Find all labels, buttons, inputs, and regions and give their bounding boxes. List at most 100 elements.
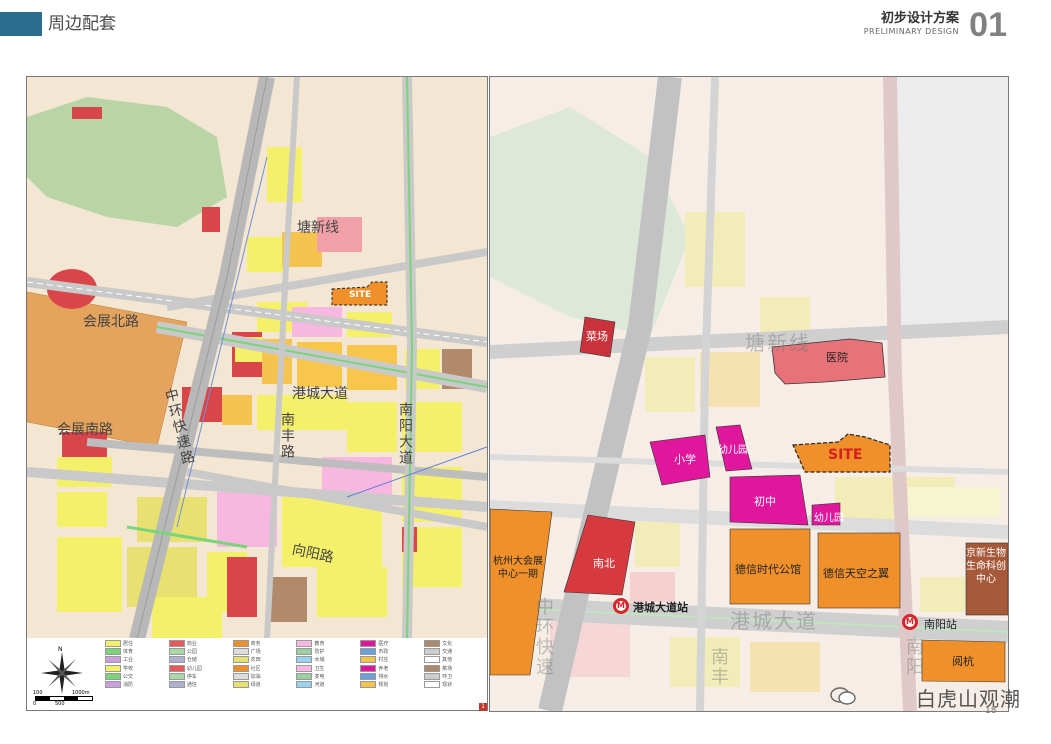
legend-label: 其他 (442, 657, 453, 664)
yuehang-label: 阅杭 (952, 655, 974, 668)
legend-item: 仓储 (168, 656, 230, 664)
metro-icon: M (902, 614, 918, 630)
legend-swatch (424, 680, 441, 688)
legend-label: 养老 (378, 665, 389, 672)
legend-swatch (105, 672, 121, 680)
map-legend: N 100 1000m 0 500 居住 商业 商务 教育 医疗 文化 体育 公园 广场 防护 市政… (26, 638, 488, 711)
metro-icon: M (613, 598, 629, 614)
doc-number: 01 (969, 6, 1007, 44)
middle-school-label: 初中 (754, 495, 776, 508)
legend-item: 养老 (360, 664, 421, 673)
legend-label: 环卫 (442, 673, 453, 680)
legend-swatch (424, 648, 441, 656)
legend-label: 加油 (250, 673, 261, 680)
legend-swatch (360, 664, 377, 672)
legend-item: 排水 (360, 672, 421, 681)
right-road-label-tangxin: 塘新线 (745, 331, 811, 355)
legend-swatch (232, 640, 249, 647)
legend-swatch (360, 672, 377, 680)
legend-label: 社区 (250, 665, 261, 672)
right-site-label: SITE (828, 447, 863, 463)
legend-item: 卫生 (296, 664, 357, 673)
legend-item: 体育 (105, 648, 166, 656)
dexin-sky-label: 德信天空之翼 (823, 567, 889, 580)
road-label-huizhan-bei: 会展北路 (83, 314, 139, 330)
legend-label: 医疗 (378, 641, 389, 647)
legend-label: 公园 (186, 649, 197, 656)
legend-label: 绿道 (250, 681, 261, 688)
section-title: 周边配套 (48, 14, 116, 34)
legend-label: 居住 (123, 641, 134, 647)
legend-label: 停车 (186, 673, 197, 680)
legend-swatch (105, 640, 121, 647)
legend-item: 菜场 (424, 664, 485, 673)
legend-page-marker: 1 (479, 703, 487, 711)
kindergarten-label-2: 幼儿园 (814, 513, 844, 524)
legend-item: 商务 (232, 640, 294, 648)
legend-label: 防护 (314, 649, 325, 656)
legend-label: 文化 (442, 641, 453, 647)
legend-item: 居住 (105, 640, 166, 648)
legend-swatch (232, 664, 249, 672)
legend-item: 商业 (168, 640, 230, 648)
legend-swatch (168, 680, 185, 688)
scale-label-b: 1000m (72, 690, 90, 696)
expo-label: 杭州大会展中心一期 (493, 556, 543, 580)
wechat-icon (830, 687, 856, 705)
legend-label: 商业 (186, 641, 197, 647)
legend-label: 卫生 (314, 665, 325, 672)
right-road-label-gangcheng: 港城大道 (730, 609, 818, 633)
scale-label-d: 500 (55, 701, 65, 707)
doc-title: 初步设计方案 (880, 11, 959, 26)
legend-item: 幼儿园 (168, 664, 230, 673)
legend-label: 菜场 (442, 665, 453, 672)
legend-swatch (424, 664, 441, 672)
legend-item: 公园 (168, 648, 230, 656)
left-site-label: SITE (349, 290, 372, 300)
legend-item: 教育 (296, 640, 357, 648)
legend-item: 工业 (105, 656, 166, 664)
legend-swatch (296, 656, 313, 664)
primary-school-label: 小学 (674, 453, 696, 466)
legend-label: 排水 (378, 673, 389, 680)
right-amenities-map: 菜场 医院 小学 幼儿园 初中 幼儿园 南北 杭州大会展中心一期 德信时代公馆 … (489, 76, 1009, 712)
legend-label: 通信 (186, 681, 197, 688)
legend-item: 社区 (232, 664, 294, 673)
legend-item: 加油 (232, 672, 294, 681)
legend-swatch (168, 672, 185, 680)
legend-item: 广场 (232, 648, 294, 656)
legend-label: 水域 (314, 657, 325, 664)
legend-label: 学校 (123, 665, 134, 672)
legend-swatch (168, 664, 185, 672)
legend-swatch (105, 680, 121, 688)
doc-subtitle: PRELIMINARY DESIGN (863, 27, 959, 36)
right-road-label-zhonghuan: 中环快速 (533, 597, 554, 677)
legend-item: 公交 (105, 672, 166, 681)
legend-item: 文化 (424, 640, 485, 648)
legend-label: 广场 (250, 649, 261, 656)
legend-item: 通信 (168, 680, 230, 689)
legend-swatch (296, 672, 313, 680)
legend-swatch (296, 648, 313, 656)
legend-swatch (105, 664, 121, 672)
nanyang-station-label: 南阳站 (924, 618, 957, 631)
legend-label: 现状 (442, 681, 453, 688)
road-label-tangxin: 塘新线 (297, 220, 339, 236)
legend-item: 规划 (360, 680, 421, 689)
road-label-huizhan-nan: 会展南路 (57, 422, 113, 438)
scale-label-a: 100 (33, 690, 43, 696)
legend-swatch (296, 680, 313, 688)
legend-grid: 居住 商业 商务 教育 医疗 文化 体育 公园 广场 防护 市政 交通 工业 仓储 农田 水域 村庄 其他 学校 幼儿… (105, 640, 485, 708)
legend-label: 交通 (442, 649, 453, 656)
legend-swatch (424, 640, 441, 647)
legend-item: 水域 (296, 656, 357, 664)
high-school-label: 南北 (593, 557, 615, 570)
legend-swatch (424, 656, 441, 664)
legend-swatch (105, 648, 121, 656)
right-road-label-nanyang: 南阳 (903, 637, 924, 677)
legend-label: 变电 (314, 673, 325, 680)
legend-label: 消防 (123, 681, 134, 688)
legend-swatch (424, 672, 441, 680)
legend-label: 农田 (250, 657, 261, 664)
legend-label: 市政 (378, 649, 389, 656)
